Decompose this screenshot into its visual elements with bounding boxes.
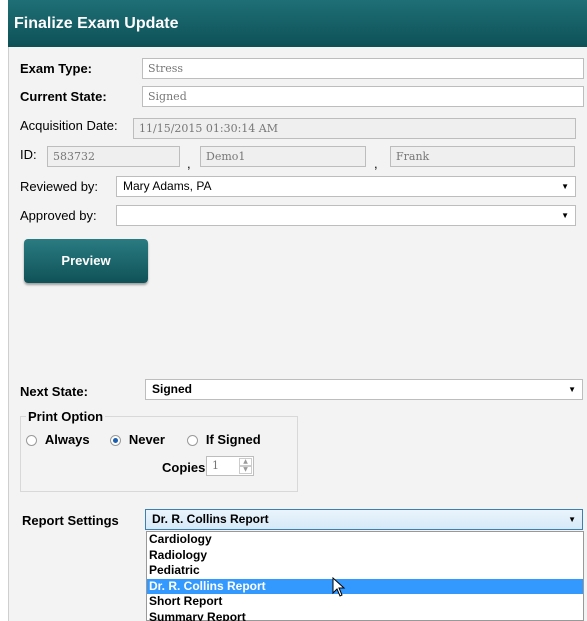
print-always-radio[interactable]: Always xyxy=(26,432,90,447)
report-option-dr-r-collins[interactable]: Dr. R. Collins Report xyxy=(147,578,583,594)
id-separator-2: , xyxy=(374,156,378,171)
current-state-label: Current State: xyxy=(20,89,107,104)
report-option-summary-report[interactable]: Summary Report xyxy=(147,610,583,621)
acquisition-date-label: Acquisition Date: xyxy=(20,118,118,133)
print-if-signed-label: If Signed xyxy=(205,432,261,447)
print-never-label: Never xyxy=(128,432,165,447)
next-state-label: Next State: xyxy=(20,384,88,399)
next-state-value: Signed xyxy=(152,382,193,396)
spin-up-icon[interactable]: ▲ xyxy=(239,458,252,466)
print-always-label: Always xyxy=(44,432,90,447)
reviewed-by-label: Reviewed by: xyxy=(20,179,99,194)
approved-by-label: Approved by: xyxy=(20,208,97,223)
spin-down-icon[interactable]: ▼ xyxy=(239,466,252,474)
id-label: ID: xyxy=(20,147,37,162)
acquisition-date-field: 11/15/2015 01:30:14 AM xyxy=(133,118,576,139)
reviewed-by-select[interactable]: Mary Adams, PA ▼ xyxy=(116,176,576,197)
current-state-field[interactable]: Signed xyxy=(142,86,584,107)
report-option-pediatric[interactable]: Pediatric xyxy=(147,563,583,579)
copies-label: Copies xyxy=(162,460,206,475)
preview-button[interactable]: Preview xyxy=(24,239,148,283)
chevron-down-icon: ▼ xyxy=(561,211,569,220)
chevron-down-icon: ▼ xyxy=(561,182,569,191)
preview-button-label: Preview xyxy=(61,253,111,268)
chevron-down-icon: ▼ xyxy=(568,385,576,394)
chevron-down-icon: ▼ xyxy=(568,515,576,524)
dialog-title: Finalize Exam Update xyxy=(14,15,179,32)
copies-value: 1 xyxy=(212,459,219,472)
reviewed-by-value: Mary Adams, PA xyxy=(123,179,212,193)
next-state-select[interactable]: Signed ▼ xyxy=(145,379,583,400)
report-option-cardiology[interactable]: Cardiology xyxy=(147,532,583,548)
print-never-radio[interactable]: Never xyxy=(110,432,165,447)
report-settings-select[interactable]: Dr. R. Collins Report ▼ xyxy=(145,509,583,530)
radio-icon xyxy=(187,435,198,446)
id-separator-1: , xyxy=(187,156,191,171)
report-settings-label: Report Settings xyxy=(22,513,119,528)
print-if-signed-radio[interactable]: If Signed xyxy=(187,432,261,447)
print-option-group xyxy=(20,416,298,492)
radio-icon xyxy=(26,435,37,446)
report-settings-dropdown-list: Cardiology Radiology Pediatric Dr. R. Co… xyxy=(146,531,584,621)
print-option-legend: Print Option xyxy=(26,409,106,424)
approved-by-select[interactable]: ▼ xyxy=(116,205,576,226)
mouse-cursor-icon xyxy=(332,577,346,597)
report-option-radiology[interactable]: Radiology xyxy=(147,548,583,564)
last-name-field: Demo1 xyxy=(200,146,366,167)
first-name-field: Frank xyxy=(390,146,575,167)
dialog-title-bar: Finalize Exam Update xyxy=(8,0,587,47)
copies-stepper[interactable]: 1 ▲ ▼ xyxy=(206,456,254,476)
exam-type-field[interactable]: Stress xyxy=(142,58,584,79)
patient-id-field: 583732 xyxy=(47,146,180,167)
radio-selected-icon xyxy=(110,435,121,446)
report-option-short-report[interactable]: Short Report xyxy=(147,594,583,610)
report-settings-value: Dr. R. Collins Report xyxy=(152,512,269,526)
exam-type-label: Exam Type: xyxy=(20,61,93,76)
